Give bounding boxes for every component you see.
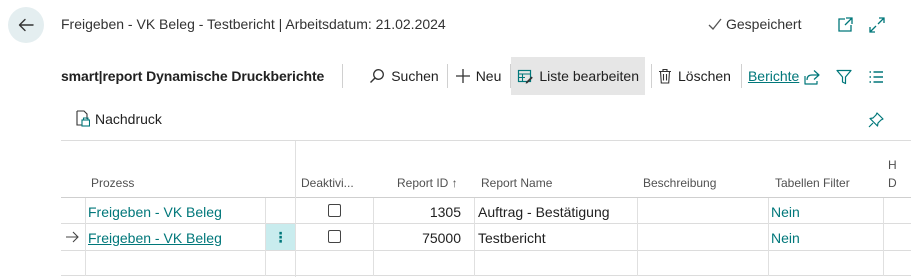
- share-icon[interactable]: [802, 67, 822, 87]
- column-divider: [85, 198, 86, 276]
- plus-icon: [455, 69, 470, 83]
- column-divider: [768, 198, 769, 276]
- report-name-cell: Auftrag - Bestätigung: [478, 204, 610, 220]
- column-header-report-id[interactable]: Report ID ↑: [397, 176, 458, 190]
- action-bar: smart|report Dynamische Druckberichte Su…: [61, 57, 805, 95]
- tabellen-filter-cell[interactable]: Nein: [771, 230, 800, 246]
- column-header-deaktiviert[interactable]: Deaktivi...: [301, 176, 354, 190]
- edit-list-icon: [518, 69, 534, 84]
- list-view-icon[interactable]: [866, 67, 886, 87]
- reprint-icon: [76, 110, 90, 127]
- delete-button-label: Löschen: [678, 68, 731, 84]
- column-divider: [637, 198, 638, 276]
- column-divider: [474, 198, 475, 276]
- saved-status-label: Gespeichert: [726, 16, 802, 32]
- prozess-cell[interactable]: Freigeben - VK Beleg: [88, 204, 222, 220]
- column-header-report-name[interactable]: Report Name: [481, 176, 552, 190]
- report-id-cell: 1305: [429, 204, 461, 220]
- deaktiviert-checkbox[interactable]: [328, 204, 341, 217]
- edit-list-button[interactable]: Liste bearbeiten: [511, 57, 646, 95]
- row-divider: [61, 275, 911, 276]
- new-button[interactable]: Neu: [450, 57, 508, 95]
- column-header-truncated[interactable]: H: [888, 158, 897, 172]
- column-header-truncated[interactable]: D: [888, 176, 897, 190]
- table-header-divider: [61, 197, 911, 198]
- column-divider: [883, 198, 884, 276]
- trash-icon: [659, 68, 672, 84]
- prozess-cell[interactable]: Freigeben - VK Beleg: [88, 230, 222, 246]
- column-header-prozess[interactable]: Prozess: [91, 176, 134, 190]
- report-name-cell: Testbericht: [478, 230, 546, 246]
- column-divider: [373, 198, 374, 276]
- arrow-left-icon: [18, 18, 34, 32]
- filter-icon[interactable]: [834, 67, 854, 87]
- separator: [446, 64, 448, 88]
- row-divider: [61, 223, 911, 224]
- page-title: Freigeben - VK Beleg - Testbericht | Arb…: [61, 16, 446, 32]
- search-icon: [370, 69, 385, 83]
- saved-status: Gespeichert: [707, 16, 801, 32]
- separator: [342, 64, 344, 88]
- search-button[interactable]: Suchen: [363, 57, 444, 95]
- reports-tab[interactable]: Berichte: [742, 57, 805, 95]
- edit-list-button-label: Liste bearbeiten: [539, 68, 640, 84]
- column-header-tabellen-filter[interactable]: Tabellen Filter: [775, 176, 850, 190]
- current-row-arrow-icon: [66, 231, 79, 243]
- reprint-button[interactable]: Nachdruck: [74, 110, 162, 127]
- reprint-button-label: Nachdruck: [95, 110, 162, 127]
- checkmark-icon: [708, 18, 722, 30]
- row-divider: [61, 250, 911, 251]
- back-button[interactable]: [8, 7, 44, 43]
- delete-button[interactable]: Löschen: [652, 57, 737, 95]
- action-bar-title: smart|report Dynamische Druckberichte: [61, 68, 325, 84]
- expand-icon[interactable]: [867, 15, 887, 35]
- new-button-label: Neu: [475, 68, 502, 84]
- row-actions-icon[interactable]: ⋮: [266, 224, 295, 250]
- tabellen-filter-cell[interactable]: Nein: [771, 204, 800, 220]
- search-button-label: Suchen: [391, 68, 439, 84]
- column-divider: [295, 141, 296, 277]
- deaktiviert-checkbox[interactable]: [328, 230, 341, 243]
- open-in-new-window-icon[interactable]: [835, 15, 855, 35]
- column-header-beschreibung[interactable]: Beschreibung: [643, 176, 716, 190]
- report-id-cell: 75000: [422, 230, 461, 246]
- divider: [61, 140, 911, 141]
- pin-icon[interactable]: [866, 110, 886, 130]
